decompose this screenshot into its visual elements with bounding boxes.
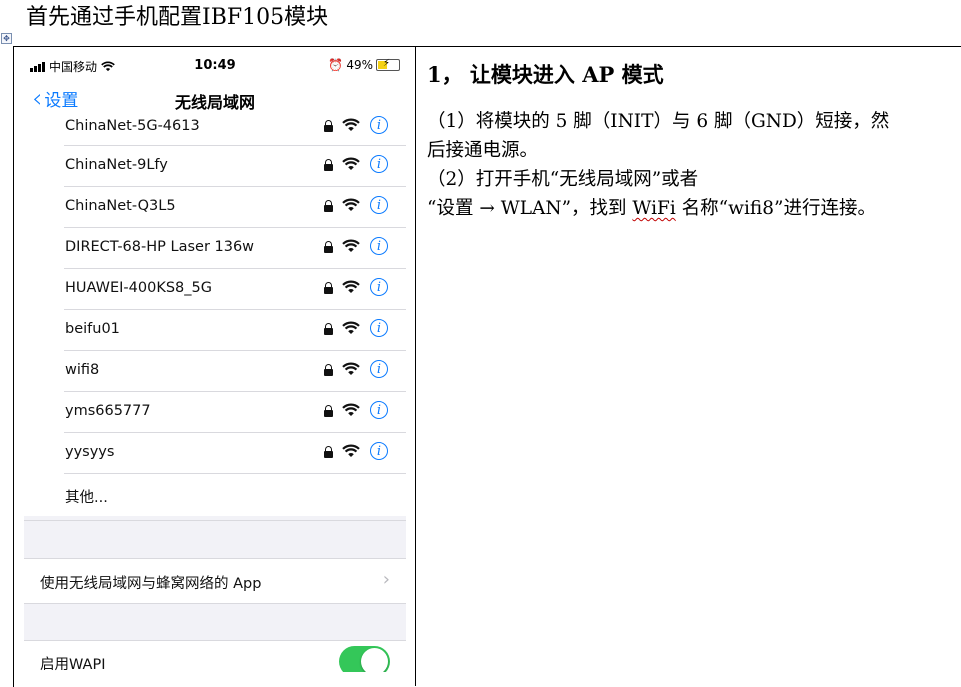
apps-using-wlan-label: 使用无线局域网与蜂窝网络的 App bbox=[40, 576, 262, 592]
info-icon[interactable]: i bbox=[370, 360, 388, 378]
apps-using-wlan-row[interactable]: 使用无线局域网与蜂窝网络的 App › bbox=[24, 558, 406, 604]
network-row[interactable]: yms665777 i bbox=[24, 392, 406, 433]
wifi-signal-icon bbox=[342, 280, 360, 293]
settings-group: 使用无线局域网与蜂窝网络的 App › 启用WAPI bbox=[24, 520, 406, 672]
wifi-signal-icon bbox=[342, 239, 360, 252]
spellcheck-word: WiFi bbox=[632, 198, 676, 219]
network-row[interactable]: ChinaNet-5G-4613 i bbox=[24, 116, 406, 146]
phone-screenshot: 中国移动 10:49 ⏰ 49% ⚡ ‹ 设置 无线局域网 ChinaNet-5… bbox=[24, 52, 406, 672]
instruction-line: （1）将模块的 5 脚（INIT）与 6 脚（GND）短接，然 bbox=[427, 111, 890, 132]
table-move-handle-icon[interactable]: ✥ bbox=[1, 33, 12, 44]
lock-icon bbox=[324, 364, 333, 377]
network-name: DIRECT-68-HP Laser 136w bbox=[65, 239, 255, 255]
info-icon[interactable]: i bbox=[370, 116, 388, 134]
lock-icon bbox=[324, 446, 333, 459]
network-row[interactable]: ChinaNet-Q3L5 i bbox=[24, 187, 406, 228]
network-name: wifi8 bbox=[65, 362, 100, 378]
wifi-signal-icon bbox=[342, 157, 360, 170]
other-network-row[interactable]: 其他... bbox=[24, 474, 406, 516]
lock-icon bbox=[324, 405, 333, 418]
wapi-toggle[interactable] bbox=[339, 646, 390, 672]
network-row[interactable]: wifi8 i bbox=[24, 351, 406, 392]
instruction-line: “设置 → WLAN”，找到 WiFi 名称“wifi8”进行连接。 bbox=[427, 194, 955, 223]
info-icon[interactable]: i bbox=[370, 401, 388, 419]
info-icon[interactable]: i bbox=[370, 319, 388, 337]
info-icon[interactable]: i bbox=[370, 155, 388, 173]
table-column-divider bbox=[415, 46, 416, 686]
instruction-line: 后接通电源。 bbox=[427, 140, 539, 161]
network-name: ChinaNet-5G-4613 bbox=[65, 118, 200, 134]
network-name: yysyys bbox=[65, 444, 115, 460]
enable-wapi-label: 启用WAPI bbox=[40, 657, 106, 672]
lock-icon bbox=[324, 200, 333, 213]
lock-icon bbox=[324, 323, 333, 336]
lock-icon bbox=[324, 159, 333, 172]
battery-icon: ⚡ bbox=[376, 58, 400, 71]
wifi-signal-icon bbox=[342, 118, 360, 131]
instruction-line: （2）打开手机“无线局域网”或者 bbox=[427, 169, 699, 190]
alarm-icon: ⏰ bbox=[328, 58, 344, 72]
instruction-body: （1）将模块的 5 脚（INIT）与 6 脚（GND）短接，然 后接通电源。 （… bbox=[427, 107, 955, 223]
wifi-signal-icon bbox=[342, 362, 360, 375]
wifi-signal-icon bbox=[342, 403, 360, 416]
network-name: beifu01 bbox=[65, 321, 120, 337]
wifi-signal-icon bbox=[342, 321, 360, 334]
network-name: ChinaNet-Q3L5 bbox=[65, 198, 176, 214]
chevron-right-icon: › bbox=[382, 569, 390, 590]
info-icon[interactable]: i bbox=[370, 196, 388, 214]
other-network-label: 其他... bbox=[65, 490, 108, 506]
instruction-text: 名称“wifi8”进行连接。 bbox=[675, 198, 876, 219]
network-row[interactable]: yysyys i bbox=[24, 433, 406, 474]
lock-icon bbox=[324, 282, 333, 295]
network-row[interactable]: HUAWEI-400KS8_5G i bbox=[24, 269, 406, 310]
lock-icon bbox=[324, 120, 333, 133]
instruction-text: “设置 → WLAN”，找到 bbox=[427, 198, 633, 219]
wifi-signal-icon bbox=[342, 444, 360, 457]
wifi-signal-icon bbox=[342, 198, 360, 211]
info-icon[interactable]: i bbox=[370, 442, 388, 460]
status-bar: 中国移动 10:49 ⏰ 49% ⚡ bbox=[24, 52, 406, 80]
lock-icon bbox=[324, 241, 333, 254]
enable-wapi-row: 启用WAPI bbox=[24, 640, 406, 672]
info-icon[interactable]: i bbox=[370, 278, 388, 296]
network-row[interactable]: beifu01 i bbox=[24, 310, 406, 351]
navigation-bar: ‹ 设置 无线局域网 bbox=[24, 80, 406, 120]
section-gap bbox=[24, 604, 406, 640]
battery-percent: 49% bbox=[346, 58, 373, 72]
network-row[interactable]: DIRECT-68-HP Laser 136w i bbox=[24, 228, 406, 269]
section-gap bbox=[24, 520, 406, 558]
info-icon[interactable]: i bbox=[370, 237, 388, 255]
page-title: 无线局域网 bbox=[174, 93, 255, 112]
document-title: 首先通过手机配置IBF105模块 bbox=[26, 5, 329, 30]
step-heading: 1， 让模块进入 AP 模式 bbox=[427, 62, 664, 87]
network-list: ChinaNet-5G-4613 i ChinaNet-9Lfy i China… bbox=[24, 116, 406, 516]
network-row[interactable]: ChinaNet-9Lfy i bbox=[24, 146, 406, 187]
status-right: ⏰ 49% ⚡ bbox=[328, 58, 400, 72]
network-name: HUAWEI-400KS8_5G bbox=[65, 280, 212, 296]
network-name: ChinaNet-9Lfy bbox=[65, 157, 168, 173]
network-name: yms665777 bbox=[65, 403, 151, 419]
